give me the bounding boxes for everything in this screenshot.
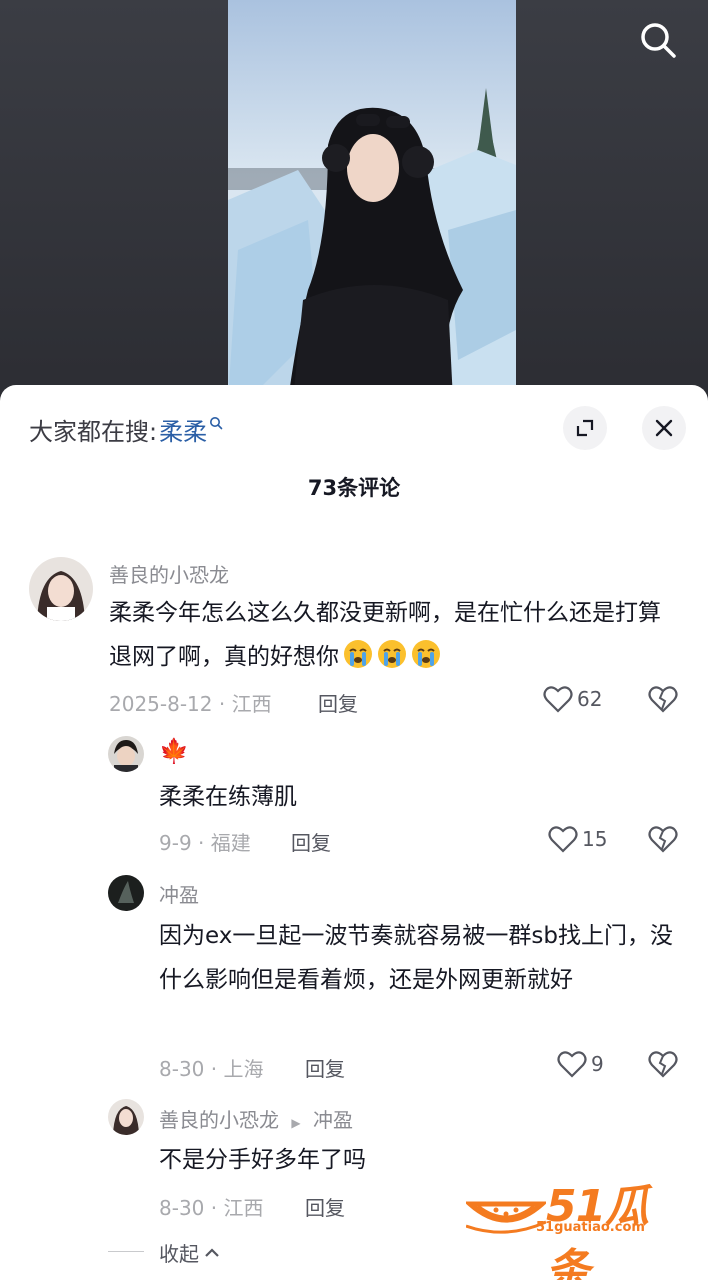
like-count: 15 (582, 827, 608, 851)
comment-sheet: 大家都在搜: 柔柔 73条评论 善良的小恐龙 柔柔今年怎么这么久都没更新啊，是在… (0, 385, 708, 1280)
reply-button[interactable]: 回复 (291, 827, 331, 856)
avatar[interactable] (108, 1099, 144, 1135)
video-image (228, 0, 516, 400)
collapse-label: 收起 (159, 1242, 199, 1266)
search-icon (641, 23, 676, 58)
reply-meta: 8-30 · 上海 (159, 1057, 264, 1081)
collapse-replies-button[interactable]: 收起 (159, 1238, 221, 1267)
reply-meta: 9-9 · 福建 (159, 831, 251, 855)
reply-button[interactable]: 回复 (318, 688, 358, 717)
dislike-button[interactable] (648, 825, 678, 857)
watermark-url: 51guatiao.com (536, 1220, 645, 1235)
reply-button[interactable]: 回复 (305, 1053, 345, 1082)
hot-search-bar: 大家都在搜: 柔柔 (29, 412, 223, 447)
like-count: 62 (577, 687, 603, 711)
chevron-up-icon (205, 1247, 219, 1257)
video-thumbnail[interactable] (228, 0, 516, 400)
reply-text: 因为ex一旦起一波节奏就容易被一群sb找上门，没什么影响但是看着烦，还是外网更新… (159, 923, 673, 993)
like-button[interactable]: 15 (548, 825, 607, 853)
comment-meta: 2025-8-12 · 江西 (109, 692, 272, 716)
like-button[interactable]: 62 (543, 685, 602, 713)
reply-text: 柔柔在练薄肌 (159, 784, 297, 810)
heart-icon (548, 826, 578, 853)
close-icon (655, 419, 673, 437)
hot-search-prefix: 大家都在搜: (29, 418, 158, 446)
reply-author-name[interactable]: 冲盈 (159, 879, 199, 908)
crying-emoji-icon (344, 640, 372, 668)
reply-author[interactable]: 善良的小恐龙 (159, 1108, 279, 1132)
comment-author-name[interactable]: 善良的小恐龙 (109, 559, 229, 588)
reply-author-name[interactable]: 🍁 (159, 737, 189, 765)
close-button[interactable] (642, 406, 686, 450)
video-player[interactable] (0, 0, 708, 400)
expand-icon (576, 419, 594, 437)
comment-text: 柔柔今年怎么这么久都没更新啊，是在忙什么还是打算退网了啊，真的好想你 (109, 591, 679, 679)
collapse-divider (108, 1251, 144, 1252)
heart-icon (543, 686, 573, 713)
crying-emoji-icon (412, 640, 440, 668)
reply-meta: 8-30 · 江西 (159, 1196, 264, 1220)
reply-button[interactable]: 回复 (305, 1192, 345, 1221)
avatar[interactable] (29, 557, 93, 621)
avatar[interactable] (108, 875, 144, 911)
broken-heart-icon (648, 1051, 678, 1078)
comment-count-title: 73条评论 (307, 476, 401, 500)
small-search-icon (209, 416, 223, 434)
watermark-logo: 51瓜条 51guatiao.com (466, 1170, 686, 1280)
heart-icon (557, 1051, 587, 1078)
hot-search-keyword[interactable]: 柔柔 (159, 412, 207, 447)
avatar[interactable] (108, 736, 144, 772)
dislike-button[interactable] (648, 685, 678, 717)
search-button[interactable] (636, 18, 680, 62)
expand-button[interactable] (563, 406, 607, 450)
broken-heart-icon (648, 826, 678, 853)
reply-author-name: 善良的小恐龙 ▶ 冲盈 (159, 1104, 353, 1133)
watermelon-icon (466, 1201, 546, 1234)
like-count: 9 (591, 1052, 604, 1076)
broken-heart-icon (648, 686, 678, 713)
crying-emoji-icon (378, 640, 406, 668)
reply-arrow-icon: ▶ (291, 1116, 301, 1130)
reply-to-name[interactable]: 冲盈 (313, 1108, 353, 1132)
like-button[interactable]: 9 (557, 1050, 604, 1078)
dislike-button[interactable] (648, 1050, 678, 1082)
